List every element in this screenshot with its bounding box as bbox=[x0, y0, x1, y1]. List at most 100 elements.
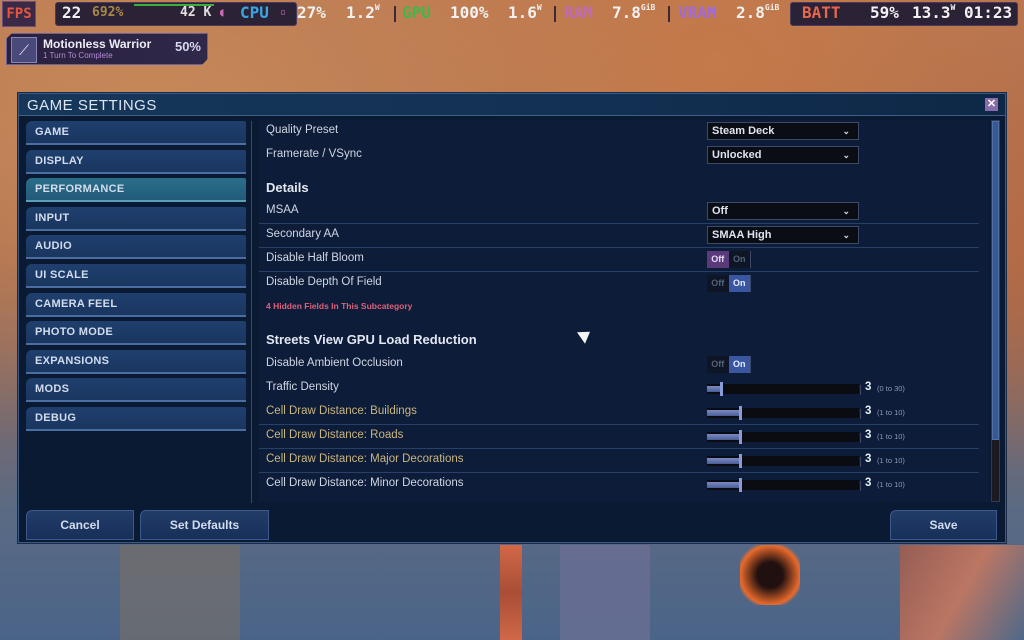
slider-thumb[interactable] bbox=[738, 406, 742, 420]
value-slider[interactable] bbox=[707, 406, 859, 420]
toggle-off-option[interactable]: Off bbox=[707, 356, 729, 373]
slider-range: (1 to 10) bbox=[877, 480, 905, 489]
sidebar-item-input[interactable]: INPUT bbox=[26, 206, 246, 231]
fps-label: FPS bbox=[2, 1, 36, 27]
divider bbox=[554, 6, 556, 22]
setting-label: Cell Draw Distance: Major Decorations bbox=[266, 453, 464, 465]
close-icon[interactable]: ✕ bbox=[985, 98, 998, 111]
value-slider[interactable] bbox=[707, 454, 859, 468]
achievement-subtitle: 1 Turn To Complete bbox=[43, 51, 113, 60]
sidebar-item-photo-mode[interactable]: PHOTO MODE bbox=[26, 321, 246, 346]
toggle-on-option[interactable]: On bbox=[728, 275, 750, 292]
content-scrollbar[interactable] bbox=[991, 120, 1000, 502]
slider-range: (1 to 10) bbox=[877, 408, 905, 417]
setting-row-msaa: MSAA Off ⌄ bbox=[259, 200, 979, 224]
value-slider[interactable] bbox=[707, 382, 859, 396]
setting-row-slider: Cell Draw Distance: Minor Decorations 3 (1… bbox=[259, 473, 979, 497]
setting-row-secondary-aa: Secondary AA SMAA High ⌄ bbox=[259, 224, 979, 248]
performance-overlay: FPS 22 692% 42 K ◖ CPU ▫ 27% 1.2W GPU 10… bbox=[0, 0, 1024, 28]
toggle-on-option[interactable]: On bbox=[728, 356, 750, 373]
setting-row-framerate: Framerate / VSync Unlocked ⌄ bbox=[259, 144, 979, 168]
settings-sidebar: GAME DISPLAY PERFORMANCE INPUT AUDIO UI SCALE… bbox=[26, 121, 252, 503]
ambient-occlusion-toggle[interactable]: Off On bbox=[707, 356, 751, 373]
slider-value: 3 bbox=[865, 429, 872, 441]
battery-percent: 59% bbox=[870, 3, 899, 22]
vram-unit: GiB bbox=[764, 3, 780, 12]
slider-end-mark bbox=[860, 457, 861, 467]
ram-value: 7.8 bbox=[612, 3, 641, 22]
toggle-off-option[interactable]: Off bbox=[707, 275, 729, 292]
sidebar-item-mods[interactable]: MODS bbox=[26, 378, 246, 403]
slider-thumb[interactable] bbox=[738, 454, 742, 468]
toggle-off-option[interactable]: Off bbox=[707, 251, 729, 268]
setting-label: Disable Ambient Occlusion bbox=[266, 357, 403, 369]
setting-row-quality-preset: Quality Preset Steam Deck ⌄ bbox=[259, 120, 979, 144]
setting-row-slider: Cell Draw Distance: Major Decorations 3 (1… bbox=[259, 449, 979, 473]
background-artifact bbox=[900, 545, 1024, 640]
secondary-aa-dropdown[interactable]: SMAA High ⌄ bbox=[707, 226, 859, 244]
slider-fill bbox=[707, 434, 741, 440]
setting-label: Disable Half Bloom bbox=[266, 252, 364, 264]
cancel-button[interactable]: Cancel bbox=[26, 510, 134, 540]
setting-label: MSAA bbox=[266, 204, 299, 216]
setting-label: Cell Draw Distance: Minor Decorations bbox=[266, 477, 464, 489]
fps-percent: 692% bbox=[92, 5, 124, 20]
gpu-power: 1.6 bbox=[508, 3, 537, 22]
slider-thumb[interactable] bbox=[738, 478, 742, 492]
slider-value: 3 bbox=[865, 477, 872, 489]
slider-thumb[interactable] bbox=[738, 430, 742, 444]
chevron-down-icon: ⌄ bbox=[842, 150, 850, 160]
sidebar-item-expansions[interactable]: EXPANSIONS bbox=[26, 349, 246, 374]
half-bloom-toggle[interactable]: Off On bbox=[707, 251, 751, 268]
background-artifact bbox=[740, 545, 800, 605]
frametime-value: 42 K bbox=[180, 5, 212, 20]
set-defaults-button[interactable]: Set Defaults bbox=[140, 510, 269, 540]
framerate-dropdown[interactable]: Unlocked ⌄ bbox=[707, 146, 859, 164]
sidebar-item-performance[interactable]: PERFORMANCE bbox=[26, 178, 246, 203]
window-title: GAME SETTINGS bbox=[27, 97, 157, 114]
ram-label: RAM bbox=[564, 3, 593, 22]
cpu-power-unit: W bbox=[374, 3, 380, 12]
settings-content: Quality Preset Steam Deck ⌄ Framerate / … bbox=[259, 120, 989, 502]
value-slider[interactable] bbox=[707, 430, 859, 444]
achievement-progress: 50% bbox=[174, 39, 201, 54]
battery-power-unit: W bbox=[950, 3, 956, 12]
sidebar-item-game[interactable]: GAME bbox=[26, 121, 246, 145]
setting-row-slider: Traffic Density 3 (0 to 30) bbox=[259, 377, 979, 401]
hidden-fields-note[interactable]: 4 Hidden Fields In This Subcategory bbox=[266, 301, 412, 311]
sidebar-item-camera-feel[interactable]: CAMERA FEEL bbox=[26, 292, 246, 317]
slider-range: (0 to 30) bbox=[877, 384, 905, 393]
scrollbar-thumb[interactable] bbox=[992, 121, 999, 441]
setting-label: Framerate / VSync bbox=[266, 148, 362, 160]
quality-preset-dropdown[interactable]: Steam Deck ⌄ bbox=[707, 122, 859, 140]
slider-fill bbox=[707, 458, 741, 464]
gpu-label: GPU bbox=[402, 3, 431, 22]
ram-unit: GiB bbox=[640, 3, 656, 12]
sidebar-item-debug[interactable]: DEBUG bbox=[26, 407, 246, 431]
slider-value: 3 bbox=[865, 405, 872, 417]
msaa-dropdown[interactable]: Off ⌄ bbox=[707, 202, 859, 220]
setting-label: Quality Preset bbox=[266, 124, 339, 136]
slider-fill bbox=[707, 482, 741, 488]
save-button[interactable]: Save bbox=[890, 510, 997, 540]
setting-row-depth-of-field: Disable Depth Of Field Off On bbox=[259, 272, 979, 296]
depth-of-field-toggle[interactable]: Off On bbox=[707, 275, 751, 292]
setting-label: Secondary AA bbox=[266, 228, 339, 240]
sidebar-item-display[interactable]: DISPLAY bbox=[26, 149, 246, 174]
setting-label: Disable Depth Of Field bbox=[266, 276, 382, 288]
slider-thumb[interactable] bbox=[720, 382, 724, 396]
slider-value: 3 bbox=[865, 381, 872, 393]
battery-power: 13.3 bbox=[912, 3, 951, 22]
toggle-on-option[interactable]: On bbox=[729, 251, 751, 268]
slider-range: (1 to 10) bbox=[877, 432, 905, 441]
sidebar-item-ui-scale[interactable]: UI SCALE bbox=[26, 264, 246, 288]
value-slider[interactable] bbox=[707, 478, 859, 492]
background-artifact bbox=[120, 545, 240, 640]
slider-fill bbox=[707, 410, 741, 416]
dropdown-value: Unlocked bbox=[712, 149, 762, 161]
setting-label: Cell Draw Distance: Buildings bbox=[266, 405, 417, 417]
setting-label: Cell Draw Distance: Roads bbox=[266, 429, 404, 441]
sidebar-item-audio[interactable]: AUDIO bbox=[26, 235, 246, 260]
slider-range: (1 to 10) bbox=[877, 456, 905, 465]
background-artifact bbox=[500, 545, 522, 640]
